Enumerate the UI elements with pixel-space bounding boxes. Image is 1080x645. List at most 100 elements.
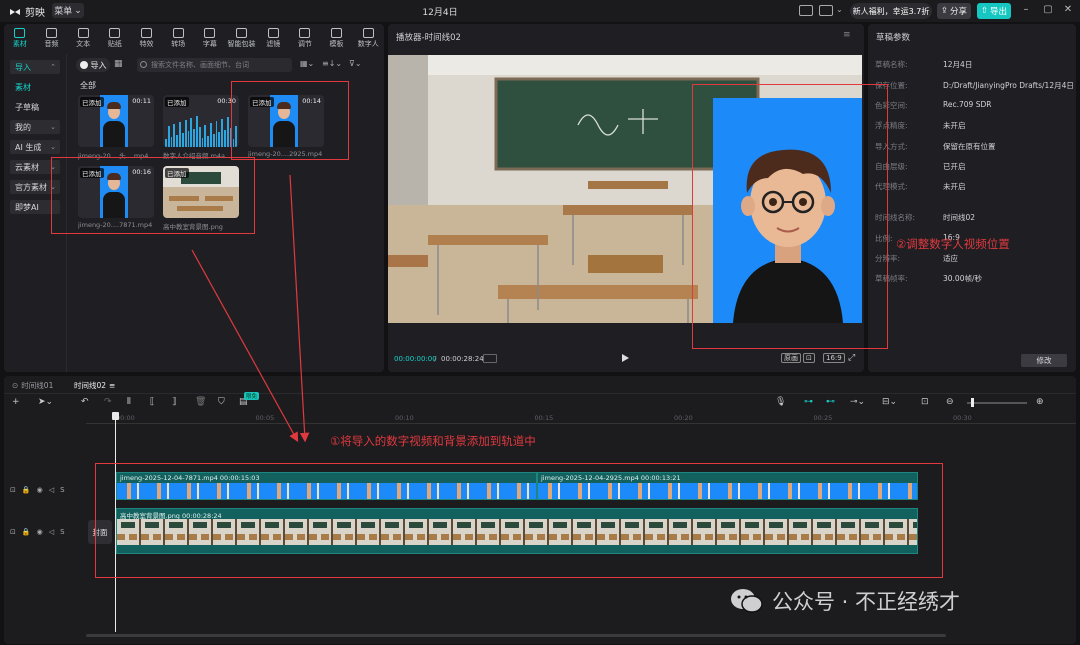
zoom-slider-handle[interactable] xyxy=(971,398,974,407)
tab-media-3[interactable]: 贴纸 xyxy=(99,24,131,52)
track-toggle-icon[interactable]: ⊡ xyxy=(10,528,16,536)
track-toggle-icon[interactable]: ⊡ xyxy=(10,486,16,494)
share-button[interactable]: ⇪ 分享 xyxy=(937,3,971,19)
tab-media-11[interactable]: 数字人 xyxy=(352,24,384,52)
split-right-icon[interactable]: ⟧ xyxy=(172,397,176,407)
promo-badge[interactable]: 新人福利，幸运3.7折 xyxy=(850,3,932,19)
fit-screen-icon[interactable]: ⊡ xyxy=(803,353,815,363)
tab-label: 时间线02 xyxy=(74,380,107,390)
audio-waveform xyxy=(163,115,239,147)
grid-view-icon[interactable]: ▦ xyxy=(114,59,123,69)
media-item[interactable]: 已添加 00:11 xyxy=(78,95,154,147)
properties-title: 草稿参数 xyxy=(876,33,911,43)
avatar-thumbnail xyxy=(100,95,128,147)
menu-button[interactable]: 菜单 ⌄ xyxy=(52,3,84,18)
media-item[interactable]: 已添加 00:30 xyxy=(163,95,239,147)
wechat-icon xyxy=(731,589,763,613)
solo-icon[interactable]: S xyxy=(60,528,64,536)
tab-label: 文本 xyxy=(76,39,91,48)
tab-media-1[interactable]: 音频 xyxy=(36,24,68,52)
add-icon[interactable]: + xyxy=(12,397,20,407)
import-icon xyxy=(79,61,88,69)
tab-media-8[interactable]: 滤镜 xyxy=(257,24,289,52)
screen-icon[interactable]: ⊡ xyxy=(921,397,929,407)
export-icon: ⇧ xyxy=(980,6,989,16)
redo-icon[interactable]: ↷ xyxy=(104,397,112,407)
annotation-step1: ①将导入的数字视频和背景添加到轨道中 xyxy=(330,434,536,448)
play-icon[interactable] xyxy=(622,354,629,362)
split-icon[interactable]: ⫴ xyxy=(127,397,131,407)
preview-axis-icon[interactable]: ⊟⌄ xyxy=(882,397,897,407)
tab-label: 模板 xyxy=(329,39,344,48)
lock-icon[interactable]: 🔒 xyxy=(22,528,31,536)
category-icon xyxy=(299,27,311,38)
media-search-input[interactable]: 搜索文件名称、画面细节、台词 xyxy=(137,58,292,72)
volume-icon[interactable]: ◁ xyxy=(49,528,54,536)
sidebar-item-2[interactable]: 子草稿 xyxy=(10,100,60,114)
tab-media-9[interactable]: 调节 xyxy=(289,24,321,52)
fullscreen-icon[interactable]: ⤢ xyxy=(848,353,855,363)
zoom-out-icon[interactable]: ⊖ xyxy=(946,397,954,407)
category-icon xyxy=(46,27,57,38)
export-button[interactable]: ⇧ 导出 xyxy=(977,3,1011,19)
modify-button[interactable]: 修改 xyxy=(1021,354,1067,367)
import-label: 导入 xyxy=(90,60,107,70)
import-button[interactable]: 导入 xyxy=(76,58,110,72)
tab-label: 音频 xyxy=(44,39,59,48)
solo-icon[interactable]: S xyxy=(60,486,64,494)
sort-icon[interactable]: ≡↓⌄ xyxy=(322,59,342,68)
category-icon xyxy=(14,27,26,38)
aspect-ratio-button[interactable]: 16:9 xyxy=(823,353,845,363)
added-badge: 已添加 xyxy=(80,97,104,107)
tab-media-2[interactable]: 文本 xyxy=(67,24,99,52)
tab-media-0[interactable]: 素材 xyxy=(4,24,36,52)
property-value: 已开启 xyxy=(943,162,966,171)
split-left-icon[interactable]: ⟦ xyxy=(150,397,154,407)
tab-media-4[interactable]: 特效 xyxy=(131,24,163,52)
category-icon xyxy=(172,27,184,38)
tab-timeline-01[interactable]: ⊙ 时间线01 xyxy=(12,379,53,391)
minimize-icon[interactable]: – xyxy=(1020,4,1032,16)
sidebar-item-3[interactable]: 我的 ⌄ xyxy=(10,120,60,134)
sidebar-item-4[interactable]: AI 生成 ⌄ xyxy=(10,140,60,154)
eye-icon[interactable]: ◉ xyxy=(37,528,43,536)
view-mode-icon[interactable]: ▦⌄ xyxy=(300,59,314,68)
horizontal-scrollbar[interactable] xyxy=(86,634,946,637)
tab-media-5[interactable]: 转场 xyxy=(162,24,194,52)
microphone-icon[interactable]: 🎙 xyxy=(775,397,786,407)
maximize-icon[interactable]: ▢ xyxy=(1042,4,1054,16)
delete-icon[interactable]: 🗑 xyxy=(195,397,206,407)
main-track-magnet-icon[interactable]: ⊶ xyxy=(804,397,813,407)
time-ruler[interactable]: 00:00 00:05 00:10 00:15 00:20 00:25 00:30 xyxy=(86,412,1076,424)
share-label: 分享 xyxy=(950,7,968,17)
property-value: 保留在原有位置 xyxy=(943,142,996,151)
eye-icon[interactable]: ◉ xyxy=(37,486,43,494)
quality-button[interactable]: 原画 xyxy=(781,353,801,363)
category-icon xyxy=(362,27,374,38)
menu-icon[interactable]: ≡ xyxy=(843,30,851,40)
sidebar-item-1[interactable]: 素材 xyxy=(10,80,60,94)
tab-media-6[interactable]: 字幕 xyxy=(194,24,226,52)
zoom-in-icon[interactable]: ⊕ xyxy=(1036,397,1044,407)
layout-icon[interactable] xyxy=(799,5,813,16)
sidebar-item-0[interactable]: 导入 ⌃ xyxy=(10,60,60,74)
auto-snap-icon[interactable]: ⊷ xyxy=(826,397,835,407)
lock-icon[interactable]: 🔒 xyxy=(22,486,31,494)
panel-layout-icon[interactable] xyxy=(819,5,833,16)
timecode-icon[interactable] xyxy=(483,354,497,363)
close-icon[interactable]: ✕ xyxy=(1062,4,1074,16)
zoom-slider[interactable] xyxy=(967,402,1027,404)
filter-icon[interactable]: ⊽⌄ xyxy=(349,59,362,68)
tab-timeline-02[interactable]: 时间线02 ≡ xyxy=(74,379,115,391)
chevron-down-icon[interactable]: ⌄ xyxy=(836,5,843,14)
sidebar-item-label: 素材 xyxy=(15,82,31,92)
tab-media-7[interactable]: 智能包装 xyxy=(226,24,258,52)
volume-icon[interactable]: ◁ xyxy=(49,486,54,494)
select-tool-icon[interactable]: ➤⌄ xyxy=(38,397,53,407)
link-icon[interactable]: ⊸⌄ xyxy=(850,397,865,407)
annotation-box-avatar xyxy=(692,84,888,349)
sidebar-item-label: 官方素材 xyxy=(15,182,47,192)
undo-icon[interactable]: ↶ xyxy=(81,397,89,407)
tab-media-10[interactable]: 模板 xyxy=(321,24,353,52)
shield-icon[interactable]: ⛉ xyxy=(218,397,225,407)
